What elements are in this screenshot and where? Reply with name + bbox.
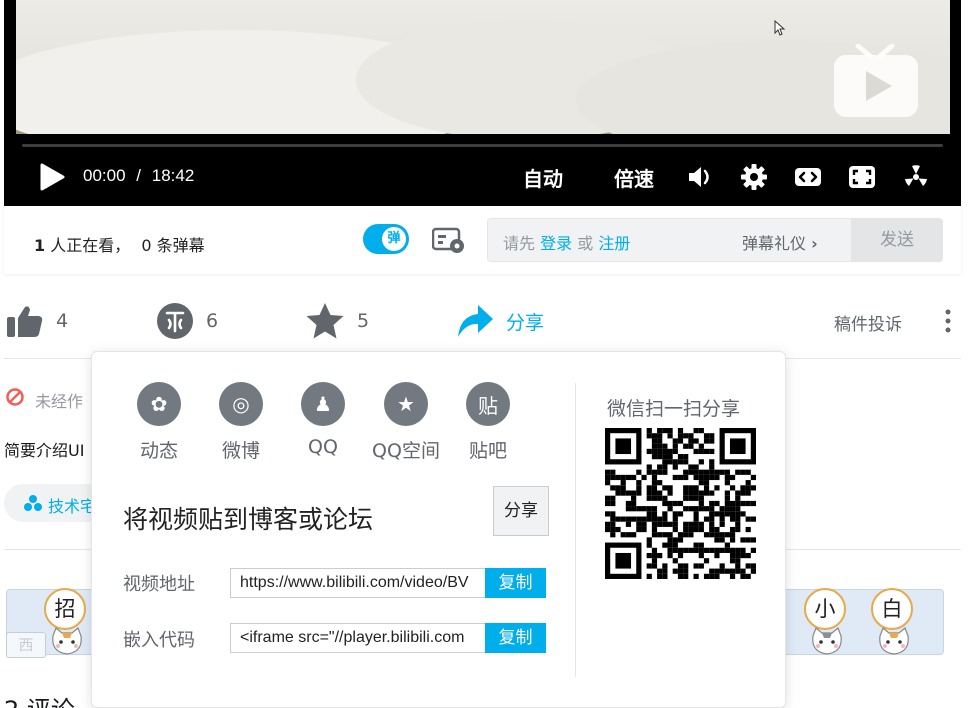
coin-button[interactable]: 6: [156, 302, 218, 340]
embed-heading: 将视频贴到博客或论坛: [123, 505, 374, 534]
widescreen-icon[interactable]: [793, 162, 823, 192]
time-display: 00:00 / 18:42: [83, 166, 194, 186]
settings-gear-icon[interactable]: [739, 162, 769, 192]
tv-logo-icon: [834, 44, 918, 117]
danmaku-input[interactable]: 请先 登录 或 注册 弹幕礼仪 › 发送: [487, 218, 943, 262]
qzone-star-icon: ★: [384, 382, 428, 426]
video-frame[interactable]: [16, 0, 950, 134]
embed-code-label: 嵌入代码: [123, 630, 195, 651]
danmaku-bar: 1 人正在看， 0 条弹幕 弹 请先 登录 或 注册 弹幕礼仪 › 发送: [4, 206, 961, 274]
chevron-right-icon: ›: [811, 234, 818, 253]
weibo-icon: ◎: [219, 382, 263, 426]
hint-or: 或: [577, 234, 594, 253]
share-weibo-button[interactable]: ◎ 微博: [211, 382, 271, 463]
cat-icon: [52, 626, 82, 655]
quality-button[interactable]: 自动: [523, 163, 563, 192]
thumbs-up-icon: [7, 306, 43, 337]
like-button[interactable]: 4: [6, 302, 68, 340]
danmaku-text: 条弹幕: [156, 236, 205, 255]
hint-prefix: 请先: [503, 234, 536, 253]
danmaku-etiquette-link[interactable]: 弹幕礼仪 ›: [742, 230, 818, 254]
share-submit-button[interactable]: 分享: [493, 486, 549, 536]
time-separator: /: [136, 166, 142, 185]
coin-count: 6: [206, 310, 219, 332]
embed-code-field[interactable]: <iframe src="//player.bilibili.com: [230, 623, 486, 653]
report-link[interactable]: 稿件投诉: [834, 310, 902, 335]
star-icon: [306, 303, 344, 339]
viewer-stats: 1 人正在看， 0 条弹幕: [34, 232, 205, 256]
time-total: 18:42: [151, 166, 195, 185]
mouse-cursor-icon: [774, 20, 786, 36]
favorite-count: 5: [357, 310, 370, 332]
mascot-bubble: 白: [871, 588, 913, 630]
danmaku-toggle-knob: 弹: [382, 227, 406, 251]
mascot-right-2: 白: [871, 588, 915, 658]
wechat-share-title: 微信扫一扫分享: [607, 398, 741, 420]
video-player[interactable]: 00:00 / 18:42 自动 倍速: [4, 0, 961, 206]
mascot-bubble: 小: [804, 588, 846, 630]
viewer-text: 人正在看，: [50, 236, 131, 255]
share-qq-button[interactable]: ♟ QQ: [293, 382, 353, 458]
dynamic-icon: ✿: [137, 382, 181, 426]
share-action-button[interactable]: 分享: [456, 302, 544, 340]
fullscreen-radiation-icon[interactable]: [901, 162, 931, 192]
send-button[interactable]: 发送: [851, 218, 943, 262]
login-link[interactable]: 登录: [540, 234, 572, 253]
time-current: 00:00: [83, 166, 126, 185]
coin-icon: [157, 303, 193, 339]
share-option-label: 贴吧: [468, 440, 507, 462]
share-popup: ✿ 动态 ◎ 微博 ♟ QQ ★ QQ空间 贴 贴吧 将视频贴到博客或论坛 分享…: [91, 351, 786, 708]
favorite-button[interactable]: 5: [305, 302, 369, 340]
danmaku-toggle[interactable]: 弹: [363, 224, 409, 254]
comments-title: 2 评论: [4, 690, 75, 708]
tag-icon: [24, 495, 42, 511]
mascot-bubble: 招: [44, 588, 86, 630]
viewer-count: 1: [34, 236, 46, 255]
tag-label: 技术宅: [48, 497, 97, 516]
tieba-icon: 贴: [466, 382, 510, 426]
volume-icon[interactable]: [686, 162, 716, 192]
speed-button[interactable]: 倍速: [614, 163, 654, 192]
video-url-label: 视频地址: [123, 574, 195, 595]
video-page: 00:00 / 18:42 自动 倍速 1 人正在看， 0 条弹幕 弹 请先 登…: [0, 0, 972, 708]
copy-url-button[interactable]: 复制: [485, 568, 546, 598]
progress-bar[interactable]: [22, 144, 943, 147]
more-options-icon[interactable]: [941, 308, 955, 336]
copy-embed-button[interactable]: 复制: [485, 623, 546, 653]
cat-icon: [812, 626, 842, 655]
share-label: 分享: [506, 311, 545, 334]
intro-text: 简要介绍UI: [4, 441, 85, 460]
like-count: 4: [56, 310, 69, 332]
popup-divider: [575, 383, 576, 677]
danmaku-login-hint: 请先 登录 或 注册: [503, 230, 630, 254]
video-url-field[interactable]: https://www.bilibili.com/video/BV: [230, 568, 486, 598]
danmaku-count: 0: [141, 236, 152, 255]
share-arrow-icon: [458, 305, 493, 337]
mascot-right-1: 小: [804, 588, 848, 658]
play-icon[interactable]: [38, 162, 66, 192]
register-link[interactable]: 注册: [598, 234, 630, 253]
share-qzone-button[interactable]: ★ QQ空间: [372, 382, 440, 463]
copyright-notice: 未经作: [35, 392, 84, 411]
share-dynamic-button[interactable]: ✿ 动态: [129, 382, 189, 463]
wechat-qr-code-icon[interactable]: [605, 428, 756, 579]
cat-icon: [879, 626, 909, 655]
danmaku-settings-icon[interactable]: [432, 226, 466, 254]
mascot-left: 招: [44, 588, 88, 658]
web-fullscreen-icon[interactable]: [847, 162, 877, 192]
share-tieba-button[interactable]: 贴 贴吧: [458, 382, 518, 463]
banner-corner-badge: 西: [6, 632, 46, 658]
no-reprint-icon: [6, 388, 24, 406]
etiquette-label: 弹幕礼仪: [742, 234, 807, 253]
qq-icon: ♟: [301, 382, 345, 426]
